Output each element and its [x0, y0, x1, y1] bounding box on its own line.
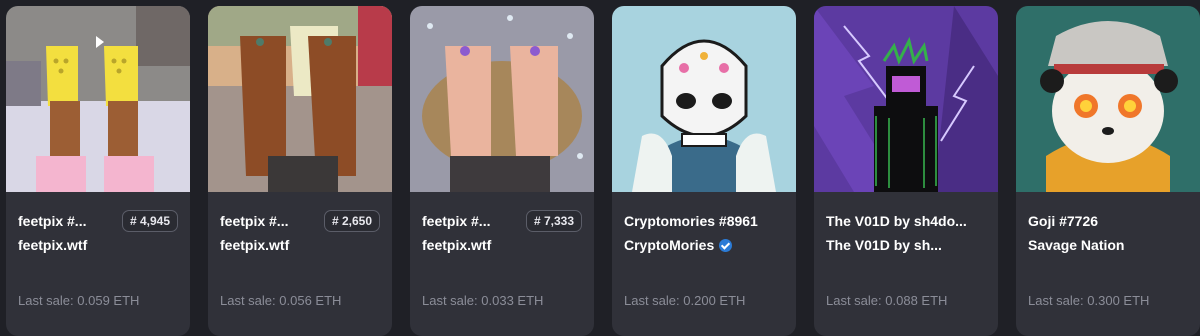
last-sale-label: Last sale:	[220, 293, 276, 308]
last-sale-price: 0.200 ETH	[683, 293, 746, 308]
nft-card[interactable]: feetpix #... # 7,333 feetpix.wtf Last sa…	[410, 6, 594, 336]
last-sale-price: 0.056 ETH	[279, 293, 342, 308]
last-sale: Last sale: 0.056 ETH	[220, 293, 380, 308]
collection-label[interactable]: Savage Nation	[1028, 237, 1124, 253]
last-sale-label: Last sale:	[18, 293, 74, 308]
nft-name[interactable]: feetpix #...	[422, 213, 490, 229]
nft-image[interactable]	[1016, 6, 1200, 192]
nft-card[interactable]: Cryptomories #8961 CryptoMories Last sal…	[612, 6, 796, 336]
nft-image[interactable]	[208, 6, 392, 192]
collection-label[interactable]: feetpix.wtf	[18, 237, 87, 253]
last-sale-label: Last sale:	[826, 293, 882, 308]
last-sale: Last sale: 0.033 ETH	[422, 293, 582, 308]
nft-name[interactable]: feetpix #...	[220, 213, 288, 229]
nft-name[interactable]: feetpix #...	[18, 213, 86, 229]
nft-name[interactable]: The V01D by sh4do...	[826, 213, 967, 229]
nft-card-row: feetpix #... # 4,945 feetpix.wtf Last sa…	[0, 0, 1200, 336]
rarity-rank-badge: # 7,333	[525, 210, 582, 232]
nft-name[interactable]: Goji #7726	[1028, 213, 1098, 229]
collection-label[interactable]: feetpix.wtf	[422, 237, 491, 253]
collection-label[interactable]: The V01D by sh...	[826, 237, 942, 253]
nft-card[interactable]: feetpix #... # 4,945 feetpix.wtf Last sa…	[6, 6, 190, 336]
last-sale-price: 0.033 ETH	[481, 293, 544, 308]
last-sale: Last sale: 0.200 ETH	[624, 293, 784, 308]
rarity-rank-badge: # 2,650	[323, 210, 380, 232]
last-sale-label: Last sale:	[422, 293, 478, 308]
verified-badge-icon	[719, 238, 733, 252]
nft-name[interactable]: Cryptomories #8961	[624, 213, 758, 229]
last-sale-price: 0.088 ETH	[885, 293, 948, 308]
collection-name[interactable]: Savage Nation	[1028, 237, 1188, 253]
nft-card[interactable]: Goji #7726 Savage Nation Last sale: 0.30…	[1016, 6, 1200, 336]
last-sale: Last sale: 0.088 ETH	[826, 293, 986, 308]
collection-label[interactable]: CryptoMories	[624, 237, 714, 253]
collection-name[interactable]: The V01D by sh...	[826, 237, 986, 253]
nft-image[interactable]	[6, 6, 190, 192]
collection-name[interactable]: feetpix.wtf	[18, 237, 178, 253]
collection-name[interactable]: feetpix.wtf	[220, 237, 380, 253]
nft-image[interactable]	[410, 6, 594, 192]
collection-name[interactable]: feetpix.wtf	[422, 237, 582, 253]
last-sale: Last sale: 0.300 ETH	[1028, 293, 1188, 308]
nft-image[interactable]	[814, 6, 998, 192]
nft-card[interactable]: feetpix #... # 2,650 feetpix.wtf Last sa…	[208, 6, 392, 336]
last-sale-label: Last sale:	[624, 293, 680, 308]
collection-label[interactable]: feetpix.wtf	[220, 237, 289, 253]
rarity-rank-badge: # 4,945	[121, 210, 178, 232]
nft-image[interactable]	[612, 6, 796, 192]
last-sale: Last sale: 0.059 ETH	[18, 293, 178, 308]
last-sale-price: 0.300 ETH	[1087, 293, 1150, 308]
last-sale-label: Last sale:	[1028, 293, 1084, 308]
nft-card[interactable]: The V01D by sh4do... The V01D by sh... L…	[814, 6, 998, 336]
collection-name[interactable]: CryptoMories	[624, 237, 784, 253]
last-sale-price: 0.059 ETH	[77, 293, 140, 308]
